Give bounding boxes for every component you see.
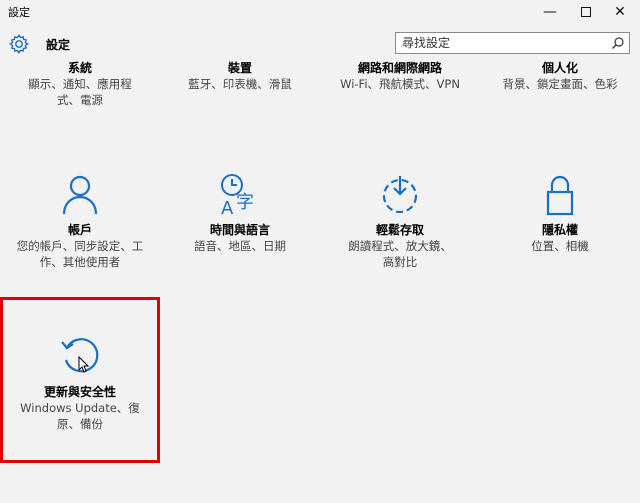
svg-text:字: 字 (236, 192, 254, 213)
category-privacy[interactable]: 隱私權 位置、相機 (480, 172, 640, 254)
category-desc: 語音、地區、日期 (194, 239, 286, 253)
window-title: 設定 (8, 6, 30, 19)
svg-text:A: A (221, 198, 234, 216)
search-box[interactable] (395, 32, 630, 54)
category-desc: 朗讀程式、放大鏡、高對比 (348, 239, 452, 269)
category-desc: Wi-Fi、飛航模式、VPN (340, 77, 460, 91)
category-name: 隱私權 (541, 223, 578, 237)
update-icon (61, 338, 99, 373)
category-network[interactable]: 網路和網際網路 Wi-Fi、飛航模式、VPN (320, 60, 480, 92)
category-time-language[interactable]: A 字 時間與語言 語音、地區、日期 (160, 172, 320, 254)
category-name: 裝置 (227, 61, 252, 75)
gear-icon (9, 34, 29, 54)
category-ease-of-access[interactable]: 輕鬆存取 朗讀程式、放大鏡、高對比 (320, 172, 480, 270)
title-bar: 設定 — ✕ (0, 0, 640, 24)
category-devices[interactable]: 裝置 藍牙、印表機、滑鼠 (160, 60, 320, 92)
search-input[interactable] (396, 33, 613, 53)
category-personalization[interactable]: 個人化 背景、鎖定畫面、色彩 (480, 60, 640, 92)
person-icon (62, 175, 98, 215)
category-name: 個人化 (541, 61, 578, 75)
category-desc: 位置、相機 (531, 239, 589, 253)
search-icon[interactable] (611, 36, 625, 50)
category-desc: 您的帳戶、同步設定、工作、其他使用者 (16, 239, 144, 269)
category-desc: 藍牙、印表機、滑鼠 (188, 77, 292, 91)
category-accounts[interactable]: 帳戶 您的帳戶、同步設定、工作、其他使用者 (0, 172, 160, 270)
category-name: 時間與語言 (209, 223, 270, 237)
minimize-icon: — (543, 4, 557, 20)
ease-of-access-icon (382, 176, 418, 214)
category-name: 網路和網際網路 (357, 61, 442, 75)
category-name: 系統 (67, 61, 92, 75)
category-name: 更新與安全性 (43, 385, 116, 399)
category-desc: 背景、鎖定畫面、色彩 (502, 77, 618, 91)
time-language-icon: A 字 (221, 174, 254, 216)
category-desc: 顯示、通知、應用程式、電源 (28, 77, 132, 107)
maximize-icon (581, 7, 591, 17)
minimize-button[interactable]: — (530, 0, 570, 24)
category-name: 帳戶 (67, 223, 92, 237)
close-icon: ✕ (614, 4, 626, 20)
close-button[interactable]: ✕ (600, 0, 640, 24)
category-desc: Windows Update、復原、備份 (20, 401, 140, 431)
category-update-security[interactable]: 更新與安全性 Windows Update、復原、備份 (0, 332, 160, 432)
lock-icon (546, 175, 574, 216)
category-system[interactable]: 系統 顯示、通知、應用程式、電源 (0, 60, 160, 108)
page-title: 設定 (46, 38, 71, 52)
settings-header: 設定 (0, 26, 640, 62)
category-name: 輕鬆存取 (375, 223, 424, 237)
